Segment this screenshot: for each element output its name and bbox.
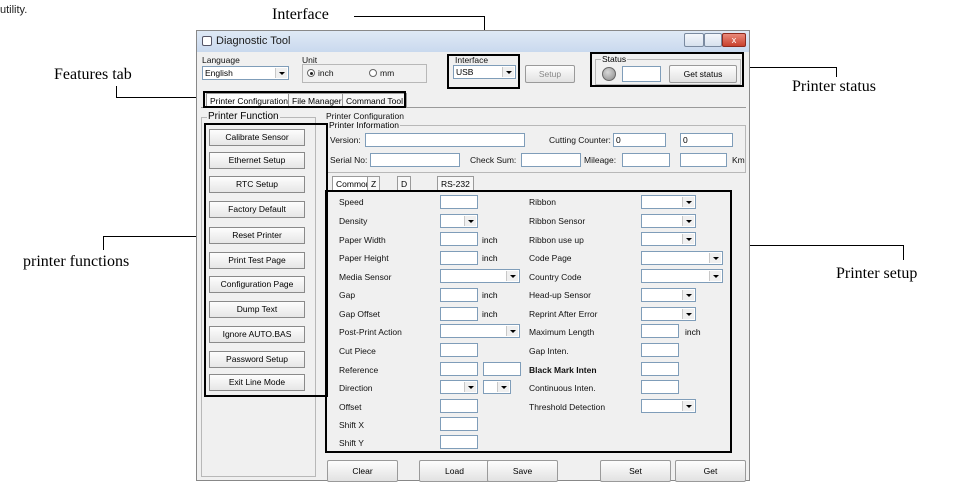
setup-label: Setup [538,69,562,79]
tab-d[interactable]: D [397,176,412,190]
maximize-button[interactable] [704,33,722,47]
leader-line [103,236,104,250]
unit-inch-radio[interactable] [307,69,315,77]
title-bar: Diagnostic Tool x [197,31,749,52]
set-button[interactable]: Set [600,460,671,482]
serial-number-field [370,153,460,167]
checksum-field [521,153,581,167]
get-button[interactable]: Get [675,460,746,482]
version-field [365,133,525,147]
version-label: Version: [330,135,361,145]
km-label: Km [732,155,745,165]
chevron-down-icon [275,68,287,78]
save-button[interactable]: Save [487,460,558,482]
printer-functions-highlight-box [204,123,328,397]
unit-inch-label: inch [318,68,334,78]
app-icon [202,36,212,46]
language-label: Language [202,55,240,65]
features-tab-highlight-box [203,91,406,108]
caption-fragment: utility. [0,4,28,16]
mileage-field-2 [680,153,727,167]
leader-line [744,67,836,68]
annotation-interface: Interface [272,6,329,23]
close-button[interactable]: x [722,33,746,47]
tab-rs232[interactable]: RS-232 [437,176,474,190]
window-title: Diagnostic Tool [216,35,291,47]
language-value: English [205,68,233,78]
interface-highlight-box [447,54,520,89]
annotation-printer-status: Printer status [792,78,876,95]
cutting-counter-field-1: 0 [613,133,666,147]
leader-line [116,97,204,98]
annotation-printer-setup: Printer setup [836,265,918,282]
interface-setup-button[interactable]: Setup [525,65,575,83]
cutting-counter-field-2: 0 [680,133,733,147]
leader-line [731,245,904,246]
cutting-counter-label: Cutting Counter: [549,135,611,145]
mileage-field-1 [622,153,670,167]
load-button[interactable]: Load [419,460,490,482]
clear-button[interactable]: Clear [327,460,398,482]
leader-line [836,67,837,77]
unit-mm-radio[interactable] [369,69,377,77]
leader-line [103,236,208,237]
printer-information-title: Printer Information [328,120,400,130]
checksum-label: Check Sum: [470,155,517,165]
leader-line [354,16,485,17]
mileage-label: Mileage: [584,155,617,165]
status-highlight-box [590,52,744,87]
cutting-counter-value-1: 0 [616,135,621,145]
minimize-button[interactable] [684,33,704,47]
cutting-counter-value-2: 0 [683,135,688,145]
serial-number-label: Serial No: [330,155,368,165]
language-select[interactable]: English [202,66,289,80]
leader-line [903,245,904,260]
printer-setup-highlight-box [325,190,732,453]
annotation-features-tab: Features tab [54,66,132,83]
unit-mm-label: mm [380,68,395,78]
annotation-printer-functions: printer functions [23,253,130,270]
tab-z[interactable]: Z [367,176,381,190]
printer-function-title: Printer Function [207,111,280,122]
